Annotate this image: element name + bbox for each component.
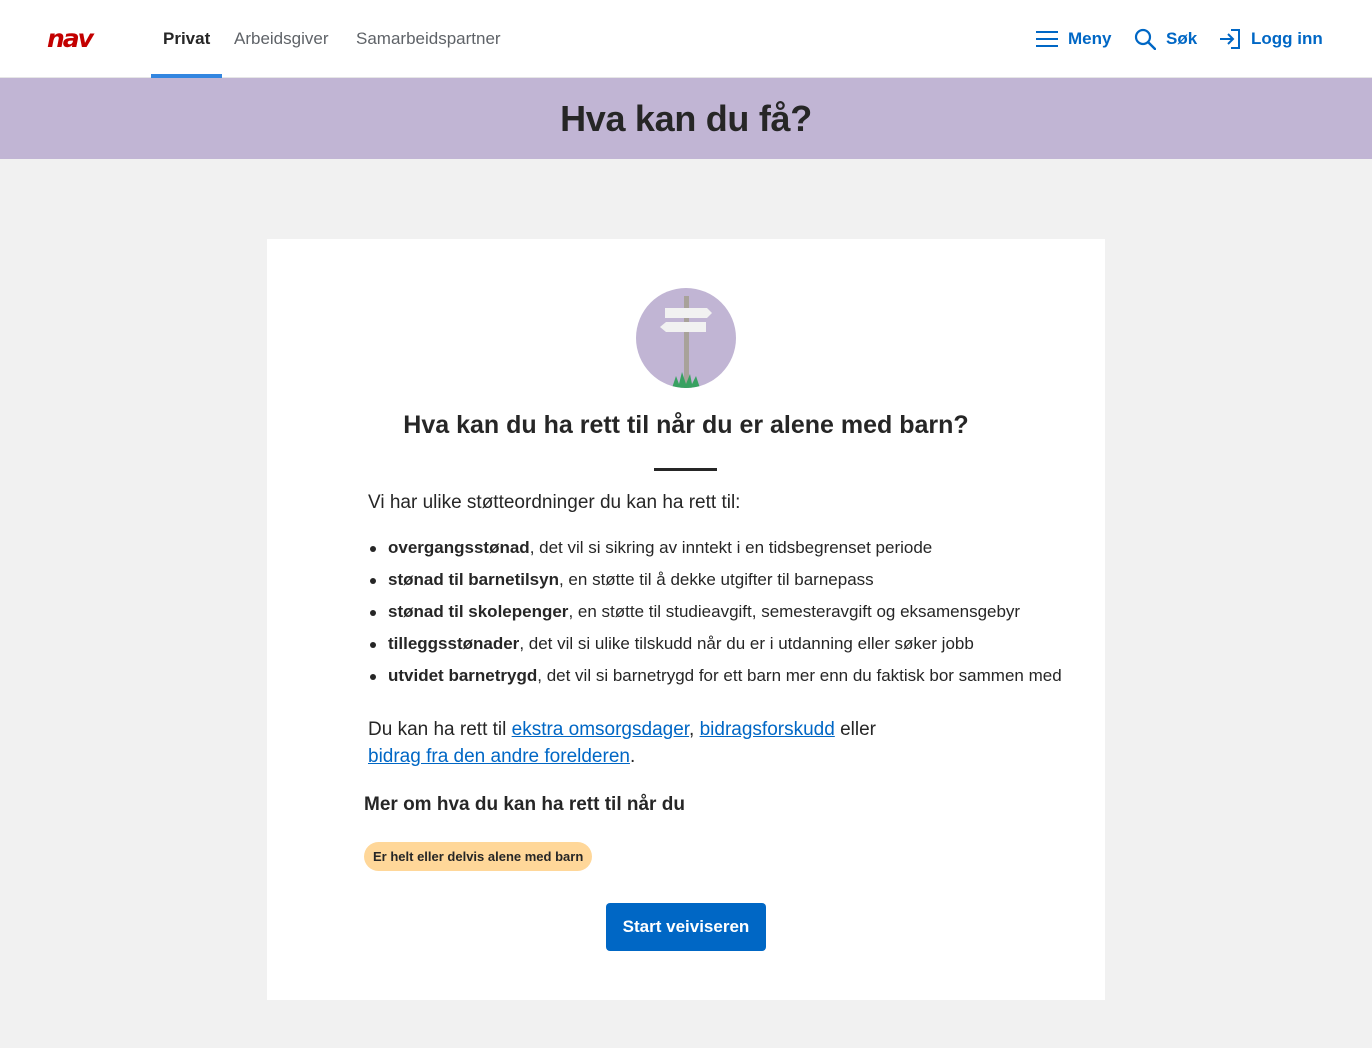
- list-item: overgangsstønad, det vil si sikring av i…: [368, 536, 1088, 568]
- link-bidragsforskudd[interactable]: bidragsforskudd: [700, 719, 835, 740]
- paragraph-sep: eller: [834, 719, 876, 740]
- paragraph-sep: ,: [689, 719, 700, 740]
- search-button[interactable]: Søk: [1134, 24, 1197, 54]
- paragraph-suffix: .: [629, 746, 636, 767]
- menu-label: Meny: [1068, 29, 1112, 48]
- list-item-term: utvidet barnetrygd: [388, 666, 538, 685]
- page-title: Hva kan du få?: [560, 98, 812, 139]
- signpost-illustration: [636, 288, 736, 388]
- site-header: nav Privat Arbeidsgiver Samarbeidspartne…: [0, 0, 1372, 78]
- list-item-term: stønad til barnetilsyn: [388, 570, 559, 589]
- svg-text:nav: nav: [47, 28, 95, 50]
- hamburger-icon: [1036, 31, 1058, 47]
- login-label: Logg inn: [1251, 29, 1323, 48]
- card-heading: Hva kan du ha rett til når du er alene m…: [403, 411, 969, 439]
- tab-privat-label: Privat: [163, 29, 211, 48]
- list-item-term: stønad til skolepenger: [388, 602, 569, 621]
- search-icon: [1134, 28, 1156, 50]
- list-item-desc: , det vil si ulike tilskudd når du er i …: [519, 634, 974, 653]
- login-button[interactable]: Logg inn: [1219, 24, 1323, 54]
- list-item: utvidet barnetrygd, det vil si barnetryg…: [368, 664, 1088, 696]
- list-item: stønad til skolepenger, en støtte til st…: [368, 600, 1088, 632]
- heading-divider: [654, 468, 717, 471]
- list-item: stønad til barnetilsyn, en støtte til å …: [368, 568, 1088, 600]
- menu-button[interactable]: Meny: [1036, 24, 1111, 54]
- paragraph-prefix: Du kan ha rett til: [368, 719, 512, 740]
- tab-arbeidsgiver[interactable]: Arbeidsgiver: [234, 0, 329, 78]
- link-ekstra-omsorgsdager[interactable]: ekstra omsorgsdager: [512, 719, 689, 740]
- list-item-desc: , det vil si sikring av inntekt i en tid…: [529, 538, 933, 557]
- list-item: tilleggsstønader, det vil si ulike tilsk…: [368, 632, 1088, 664]
- nav-logo[interactable]: nav: [47, 28, 113, 50]
- login-icon: [1220, 29, 1240, 49]
- start-guide-button[interactable]: Start veiviseren: [606, 903, 766, 951]
- link-bidrag-andre-forelderen[interactable]: bidrag fra den andre forelderen: [368, 746, 630, 767]
- tab-samarbeidspartner[interactable]: Samarbeidspartner: [356, 0, 501, 78]
- list-item-term: tilleggsstønader: [388, 634, 520, 653]
- tab-privat[interactable]: Privat: [151, 0, 223, 78]
- list-item-desc: , det vil si barnetrygd for ett barn mer…: [537, 666, 1062, 685]
- page-banner: Hva kan du få?: [0, 78, 1372, 159]
- situation-tag: Er helt eller delvis alene med barn: [364, 842, 593, 871]
- rights-paragraph: Du kan ha rett til ekstra omsorgsdager, …: [368, 716, 908, 770]
- search-label: Søk: [1166, 29, 1198, 48]
- list-item-desc: , en støtte til studieavgift, semesterav…: [568, 602, 1021, 621]
- more-info-heading: Mer om hva du kan ha rett til når du: [364, 794, 685, 815]
- content-card: Hva kan du ha rett til når du er alene m…: [267, 239, 1105, 1000]
- list-item-desc: , en støtte til å dekke utgifter til bar…: [558, 570, 874, 589]
- intro-text: Vi har ulike støtteordninger du kan ha r…: [368, 492, 741, 513]
- list-item-term: overgangsstønad: [388, 538, 530, 557]
- support-list: overgangsstønad, det vil si sikring av i…: [368, 536, 1088, 696]
